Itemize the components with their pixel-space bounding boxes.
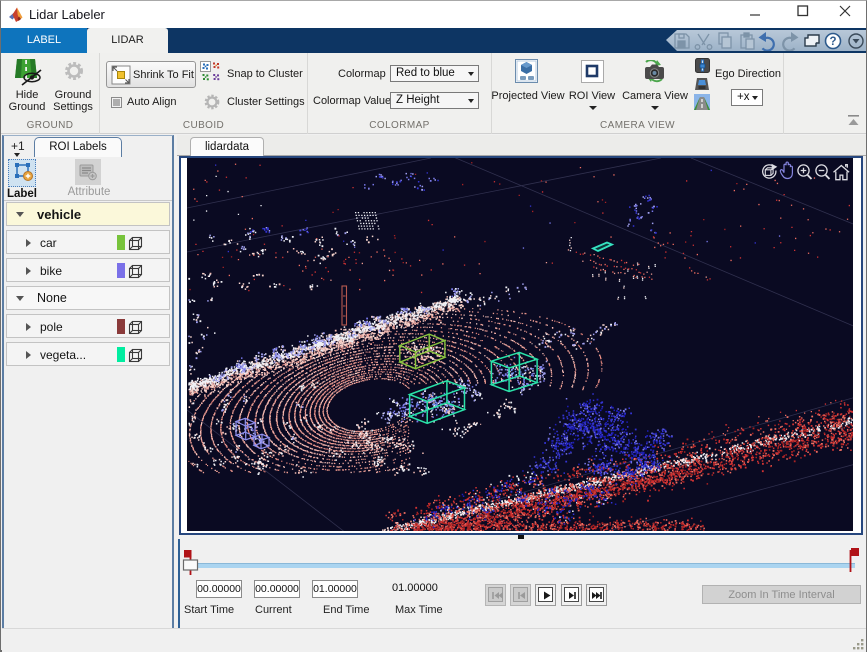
svg-text:?: ? <box>829 36 836 48</box>
